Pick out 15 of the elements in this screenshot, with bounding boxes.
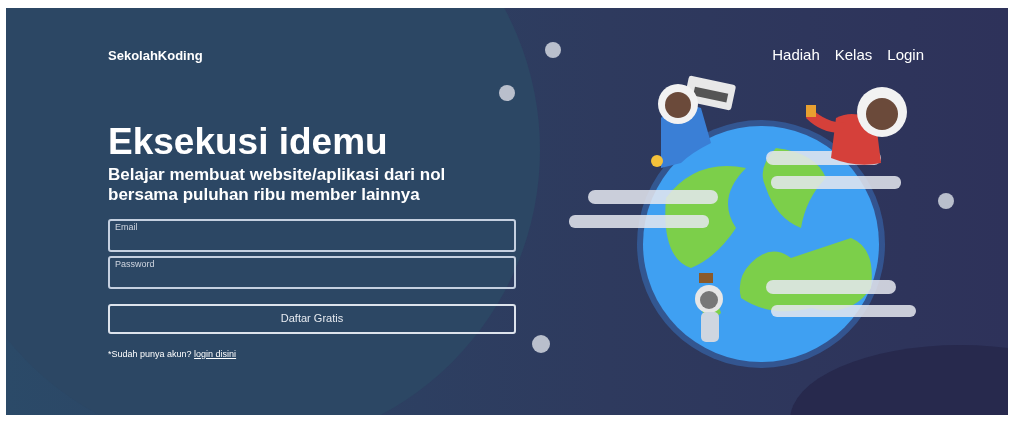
subheadline: Belajar membuat website/aplikasi dari nol bersama puluhan ribu member lainnya	[108, 164, 447, 205]
text-input-field[interactable]: Email	[108, 218, 516, 252]
star-dot-icon	[545, 42, 561, 58]
star-dot-icon	[499, 85, 515, 101]
login-link[interactable]: login disini	[194, 348, 237, 359]
star-dot-icon	[938, 193, 954, 209]
nav-link[interactable]: Kelas	[834, 44, 873, 67]
nav-link[interactable]: Hadiah	[772, 44, 820, 67]
star-dot-icon	[532, 335, 550, 353]
text-input-field[interactable]: Password	[108, 255, 516, 289]
login-hint-text: *Sudah punya akun? login disini	[108, 347, 238, 361]
register-button[interactable]: Daftar Gratis	[108, 303, 516, 334]
nav-link[interactable]: Login	[887, 44, 924, 67]
headline: Eksekusi idemu	[108, 120, 389, 163]
brand-logo[interactable]: SekolahKoding	[108, 45, 203, 65]
